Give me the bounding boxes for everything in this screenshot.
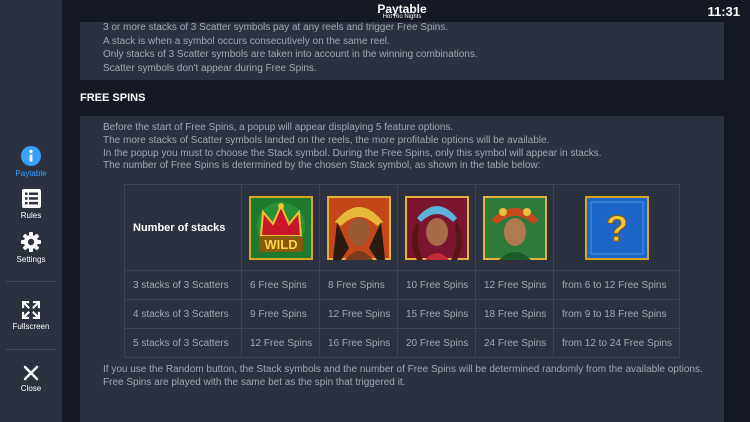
rules-text-line: 3 or more stacks of 3 Scatter symbols pa…: [103, 22, 449, 33]
question-mark-text: ?: [606, 208, 628, 249]
table-cell: 4 stacks of 3 Scatters: [124, 299, 242, 329]
table-cell: 15 Free Spins: [397, 299, 476, 329]
table-cell: 16 Free Spins: [319, 328, 398, 358]
sidebar-divider: [6, 281, 56, 282]
table-cell: 12 Free Spins: [241, 328, 320, 358]
dancer-green-symbol: [482, 195, 547, 260]
free-spins-panel: Before the start of Free Spins, a popup …: [80, 116, 724, 422]
table-row: 4 stacks of 3 Scatters 9 Free Spins 12 F…: [124, 299, 680, 329]
mystery-question-symbol: ?: [584, 195, 649, 260]
table-cell: from 6 to 12 Free Spins: [553, 270, 680, 300]
table-cell: 24 Free Spins: [475, 328, 554, 358]
scatter-rules-panel: 3 or more stacks of 3 Scatter symbols pa…: [80, 22, 724, 80]
free-spins-text-line: Before the start of Free Spins, a popup …: [103, 122, 454, 133]
sidebar-label-rules: Rules: [20, 211, 42, 220]
fullscreen-icon: [22, 301, 40, 319]
dancer-red-symbol: [404, 195, 469, 260]
table-cell: 3 stacks of 3 Scatters: [124, 270, 242, 300]
free-spins-text-line: The more stacks of Scatter symbols lande…: [103, 134, 550, 146]
sidebar-label-fullscreen: Fullscreen: [12, 322, 50, 331]
game-name: Hot Rio Nights: [382, 14, 422, 20]
table-header-row: Number of stacks WILD ?: [124, 184, 680, 271]
rules-text-line: Scatter symbols don't appear during Free…: [103, 62, 317, 74]
wild-crown-symbol: WILD: [248, 195, 313, 260]
table-cell: 12 Free Spins: [475, 270, 554, 300]
table-cell: 20 Free Spins: [397, 328, 476, 358]
free-spins-text-line: If you use the Random button, the Stack …: [103, 364, 703, 375]
table-cell: 6 Free Spins: [241, 270, 320, 300]
sidebar-label-settings: Settings: [16, 255, 46, 264]
table-cell: 10 Free Spins: [397, 270, 476, 300]
free-spins-text-line: The number of Free Spins is determined b…: [103, 160, 541, 172]
table-symbol-cell: WILD: [241, 184, 320, 271]
table-cell: 5 stacks of 3 Scatters: [124, 328, 242, 358]
rules-text-line: Only stacks of 3 Scatter symbols are tak…: [103, 49, 478, 60]
sidebar-item-paytable[interactable]: Paytable: [0, 146, 62, 178]
table-cell: 18 Free Spins: [475, 299, 554, 329]
header: Paytable Hot Rio Nights 11:31: [62, 0, 750, 22]
free-spins-text-line: In the popup you must to choose the Stac…: [103, 147, 602, 159]
paytable-screen: Paytable Rules Settings Fullscreen Close…: [0, 0, 750, 422]
free-spins-text-line: Free Spins are played with the same bet …: [103, 376, 406, 388]
table-cell: from 9 to 18 Free Spins: [553, 299, 680, 329]
sidebar-label-close: Close: [20, 384, 42, 393]
free-spins-notes: If you use the Random button, the Stack …: [103, 364, 703, 390]
table-cell: 9 Free Spins: [241, 299, 320, 329]
table-symbol-cell: ?: [553, 184, 680, 271]
table-symbol-cell: [397, 184, 476, 271]
list-icon: [21, 189, 41, 208]
dancer-gold-symbol: [326, 195, 391, 260]
table-header-label: Number of stacks: [124, 184, 242, 271]
clock: 11:31: [707, 4, 740, 19]
table-symbol-cell: [475, 184, 554, 271]
wild-text: WILD: [264, 237, 297, 252]
table-symbol-cell: [319, 184, 398, 271]
close-icon: [23, 365, 39, 381]
sidebar-item-settings[interactable]: Settings: [0, 232, 62, 264]
table-row: 5 stacks of 3 Scatters 12 Free Spins 16 …: [124, 328, 680, 358]
table-cell: 8 Free Spins: [319, 270, 398, 300]
table-cell: 12 Free Spins: [319, 299, 398, 329]
info-icon: [21, 146, 41, 166]
sidebar-item-fullscreen[interactable]: Fullscreen: [0, 301, 62, 331]
sidebar-divider: [6, 349, 56, 350]
section-title-free-spins: FREE SPINS: [80, 92, 146, 104]
rules-text-line: A stack is when a symbol occurs consecut…: [103, 35, 390, 47]
table-row: 3 stacks of 3 Scatters 6 Free Spins 8 Fr…: [124, 270, 680, 300]
sidebar: Paytable Rules Settings Fullscreen Close: [0, 0, 62, 422]
sidebar-item-close[interactable]: Close: [0, 365, 62, 393]
gear-icon: [21, 232, 41, 252]
sidebar-item-rules[interactable]: Rules: [0, 189, 62, 220]
table-cell: from 12 to 24 Free Spins: [553, 328, 680, 358]
free-spins-table: Number of stacks WILD ? 3 stacks of 3 Sc…: [124, 184, 680, 358]
sidebar-label-paytable: Paytable: [15, 169, 47, 178]
